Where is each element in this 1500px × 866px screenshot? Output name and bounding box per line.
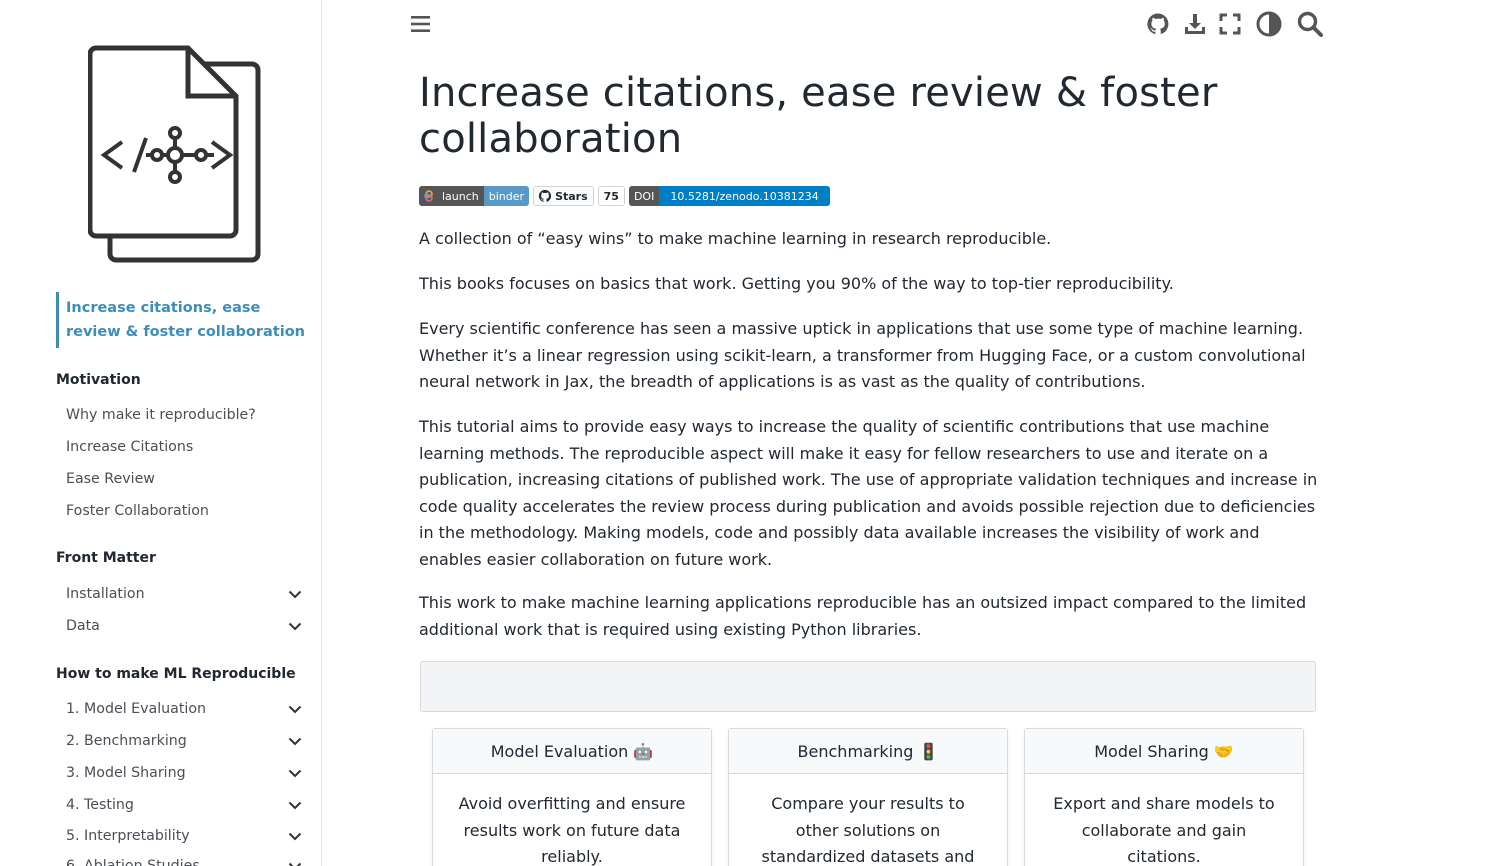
sidebar-item-ablation-studies[interactable]: 6. Ablation Studies	[66, 855, 306, 866]
fullscreen-icon[interactable]	[1216, 10, 1244, 38]
doi-badge-right: 10.5281/zenodo.10381234	[659, 186, 830, 206]
paragraph-conference: Every scientific conference has seen a m…	[419, 319, 1306, 391]
sidebar-item-interpretability[interactable]: 5. Interpretability	[66, 825, 306, 847]
chevron-down-icon[interactable]	[284, 730, 306, 752]
sidebar-caption-how-to: How to make ML Reproducible	[56, 666, 296, 682]
stars-count-badge[interactable]: 75	[597, 186, 625, 206]
sidebar-item-installation[interactable]: Installation	[66, 583, 306, 605]
sidebar-item-data[interactable]: Data	[66, 615, 306, 637]
paragraph-tutorial: This tutorial aims to provide easy ways …	[419, 417, 1318, 569]
sidebar-caption-front-matter: Front Matter	[56, 550, 156, 566]
sidebar-item-model-sharing[interactable]: 3. Model Sharing	[66, 762, 306, 784]
card-benchmarking[interactable]: Benchmarking 🚦 Compare your results to o…	[728, 728, 1008, 866]
download-icon[interactable]	[1181, 10, 1209, 38]
chevron-down-icon[interactable]	[284, 698, 306, 720]
sidebar-item-label: Foster Collaboration	[66, 503, 209, 519]
sidebar-item-label: Increase Citations	[66, 439, 194, 455]
sidebar: Increase citations, ease review & foster…	[0, 0, 322, 866]
sidebar-item-label: Data	[66, 618, 100, 634]
sidebar-item-model-evaluation[interactable]: 1. Model Evaluation	[66, 698, 306, 720]
main-content: Increase citations, ease review & foster…	[419, 70, 1319, 639]
sidebar-item-increase-citations[interactable]: Increase Citations	[66, 436, 306, 458]
github-stars-label: Stars	[534, 187, 593, 205]
sidebar-item-testing[interactable]: 4. Testing	[66, 794, 306, 816]
paragraph-focus: This books focuses on basics that work. …	[419, 274, 1174, 293]
badge-row: launch binder Stars 75 DOI 10.5281/zenod…	[419, 186, 830, 206]
sidebar-caption-motivation: Motivation	[56, 372, 141, 388]
sidebar-item-label: 4. Testing	[66, 797, 134, 813]
book-logo-icon[interactable]	[88, 38, 263, 264]
chevron-down-icon[interactable]	[284, 825, 306, 847]
sidebar-item-label: 5. Interpretability	[66, 828, 190, 844]
paragraph-intro: A collection of “easy wins” to make mach…	[419, 229, 1052, 248]
github-icon[interactable]	[1144, 10, 1172, 38]
paragraph-impact: This work to make machine learning appli…	[419, 593, 1307, 639]
card-text: Avoid overfitting and ensure results wor…	[458, 794, 686, 866]
card-text: Export and share models to collaborate a…	[1053, 794, 1275, 866]
doi-badge[interactable]: DOI 10.5281/zenodo.10381234	[628, 186, 830, 206]
doi-badge-left: DOI	[628, 186, 660, 206]
chevron-down-icon[interactable]	[284, 583, 306, 605]
binder-badge-right: binder	[483, 186, 530, 206]
sidebar-item-benchmarking[interactable]: 2. Benchmarking	[66, 730, 306, 752]
sidebar-item-ease-review[interactable]: Ease Review	[66, 468, 306, 490]
search-icon[interactable]	[1296, 10, 1324, 38]
chevron-down-icon[interactable]	[284, 762, 306, 784]
sidebar-item-label: 6. Ablation Studies	[66, 858, 200, 866]
sidebar-item-label: Ease Review	[66, 471, 155, 487]
card-model-sharing[interactable]: Model Sharing 🤝 Export and share models …	[1024, 728, 1304, 866]
stars-label-text: Stars	[555, 189, 588, 203]
binder-badge[interactable]: launch binder	[419, 186, 530, 206]
card-text: Compare your results to other solutions …	[761, 794, 975, 866]
card-model-evaluation[interactable]: Model Evaluation 🤖 Avoid overfitting and…	[432, 728, 712, 866]
github-stars-badge[interactable]: Stars	[533, 186, 594, 206]
chevron-down-icon[interactable]	[284, 855, 306, 866]
chevron-down-icon[interactable]	[284, 794, 306, 816]
binder-badge-left: launch	[440, 186, 484, 206]
sidebar-item-why-reproducible[interactable]: Why make it reproducible?	[66, 404, 306, 426]
menu-icon[interactable]	[409, 12, 433, 36]
card-title: Model Sharing 🤝	[1025, 729, 1303, 774]
card-title: Model Evaluation 🤖	[433, 729, 711, 774]
sidebar-item-label: 1. Model Evaluation	[66, 701, 207, 717]
card-grid-header	[420, 661, 1316, 712]
stars-count: 75	[598, 187, 624, 205]
theme-toggle-icon[interactable]	[1255, 10, 1283, 38]
sidebar-item-label: 3. Model Sharing	[66, 765, 186, 781]
sidebar-item-label: Why make it reproducible?	[66, 407, 256, 423]
sidebar-item-label: 2. Benchmarking	[66, 733, 187, 749]
chevron-down-icon[interactable]	[284, 615, 306, 637]
sidebar-item-foster-collaboration[interactable]: Foster Collaboration	[66, 500, 306, 522]
binder-logo-icon	[419, 186, 440, 206]
github-icon	[538, 189, 552, 202]
sidebar-item-label: Installation	[66, 586, 145, 602]
sidebar-item-home[interactable]: Increase citations, ease review & foster…	[56, 292, 306, 348]
card-title: Benchmarking 🚦	[729, 729, 1007, 774]
page-title: Increase citations, ease review & foster…	[419, 70, 1218, 162]
